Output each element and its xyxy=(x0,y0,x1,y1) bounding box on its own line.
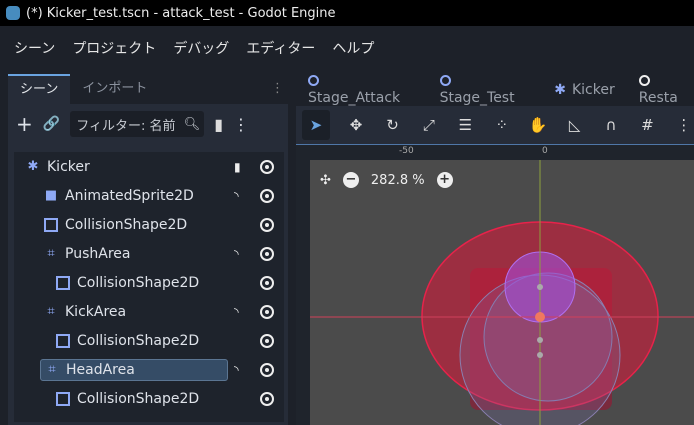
zoom-controls: ✣ − 282.8 % + xyxy=(320,172,453,188)
tree-item-label: CollisionShape2D xyxy=(77,333,200,349)
menu-debug[interactable]: デバッグ xyxy=(173,38,229,58)
add-node-button[interactable]: + xyxy=(16,112,33,136)
select-tool-icon[interactable]: ➤ xyxy=(302,110,330,140)
character-icon: ✱ xyxy=(27,159,39,174)
scene-tab[interactable]: ✱ Kicker xyxy=(554,82,614,98)
scene-tab[interactable]: Resta xyxy=(638,74,694,106)
scene-tree: ✱ Kicker ▮ ■ AnimatedSprite2D ◝ CollisionShape… xyxy=(14,152,284,422)
scene-tabs: Stage_Attack Stage_Test ✱ Kicker Resta xyxy=(296,74,694,106)
zoom-out-button[interactable]: − xyxy=(342,172,359,188)
ruler-label: 0 xyxy=(542,146,548,156)
visibility-icon[interactable] xyxy=(260,392,274,406)
character-icon: ✱ xyxy=(554,82,566,98)
ruler-label: -50 xyxy=(399,146,414,156)
visibility-icon[interactable] xyxy=(260,218,274,232)
dock-menu-icon[interactable]: ⋮ xyxy=(271,74,284,104)
tree-item-label: CollisionShape2D xyxy=(77,391,200,407)
visibility-icon[interactable] xyxy=(260,305,274,319)
tree-item-label: KickArea xyxy=(65,304,127,320)
signal-icon[interactable]: ◝ xyxy=(234,189,239,203)
center-view-icon[interactable]: ✣ xyxy=(320,173,331,188)
tree-item-label: PushArea xyxy=(65,246,131,262)
visibility-icon[interactable] xyxy=(260,276,274,290)
menu-bar: シーン プロジェクト デバッグ エディター ヘルプ xyxy=(0,26,694,70)
tree-item[interactable]: CollisionShape2D xyxy=(14,211,284,239)
tree-item-label: Kicker xyxy=(47,159,90,175)
pivot-tool-icon[interactable]: ⁘ xyxy=(492,116,512,134)
horizontal-ruler: -50 0 xyxy=(296,144,694,160)
title-bar: (*) Kicker_test.tscn - attack_test - God… xyxy=(0,0,694,26)
area-icon: ⌗ xyxy=(47,304,55,319)
search-icon: 🔍︎ xyxy=(183,116,201,132)
smart-snap-icon[interactable]: ∩ xyxy=(601,116,621,134)
script-icon[interactable]: ▮ xyxy=(234,160,241,174)
grid-snap-icon[interactable]: # xyxy=(637,116,657,134)
menu-project[interactable]: プロジェクト xyxy=(72,38,156,58)
move-tool-icon[interactable]: ✥ xyxy=(346,116,366,134)
filter-placeholder: フィルター: 名前 xyxy=(76,118,176,134)
vertical-ruler xyxy=(296,160,310,425)
scene-icon xyxy=(638,75,650,86)
tab-scene[interactable]: シーン xyxy=(8,74,71,104)
rotate-tool-icon[interactable]: ↻ xyxy=(382,116,402,134)
sprite-icon: ■ xyxy=(44,188,58,203)
tree-item-label: CollisionShape2D xyxy=(65,217,188,233)
tree-item[interactable]: CollisionShape2D xyxy=(14,385,284,413)
signal-icon[interactable]: ◝ xyxy=(234,247,239,261)
menu-help[interactable]: ヘルプ xyxy=(332,38,374,58)
tree-item[interactable]: ✱ Kicker ▮ xyxy=(14,153,284,181)
tree-item[interactable]: CollisionShape2D xyxy=(14,269,284,297)
tree-item-label: HeadArea xyxy=(66,362,135,378)
zoom-level[interactable]: 282.8 % xyxy=(371,173,425,188)
more-icon[interactable]: ⋮ xyxy=(674,116,694,134)
list-select-icon[interactable]: ☰ xyxy=(455,116,475,134)
menu-editor[interactable]: エディター xyxy=(246,38,315,58)
area-icon: ⌗ xyxy=(47,246,55,261)
visibility-icon[interactable] xyxy=(260,189,274,203)
more-icon[interactable]: ⋮ xyxy=(233,115,249,134)
tree-item-label: AnimatedSprite2D xyxy=(65,188,194,204)
tree-item[interactable]: CollisionShape2D xyxy=(14,327,284,355)
zoom-in-button[interactable]: + xyxy=(436,172,453,188)
tree-item[interactable]: ⌗ PushArea ◝ xyxy=(14,240,284,268)
tab-import[interactable]: インポート xyxy=(70,74,159,104)
scene-icon xyxy=(308,75,319,86)
canvas-scene xyxy=(310,160,694,425)
visibility-icon[interactable] xyxy=(260,334,274,348)
ruler-tool-icon[interactable]: ◺ xyxy=(564,116,584,134)
scene-dock: シーン インポート ⋮ + 🔗 フィルター: 名前 🔍︎ ▮ ⋮ ✱ Kicker… xyxy=(8,74,288,425)
tree-item[interactable]: ■ AnimatedSprite2D ◝ xyxy=(14,182,284,210)
link-icon[interactable]: 🔗 xyxy=(43,116,60,132)
attach-script-icon[interactable]: ▮ xyxy=(214,115,223,134)
tree-item[interactable]: ⌗ KickArea ◝ xyxy=(14,298,284,326)
menu-scene[interactable]: シーン xyxy=(14,38,55,58)
canvas-viewport[interactable] xyxy=(310,160,694,425)
pan-tool-icon[interactable]: ✋ xyxy=(528,116,548,134)
canvas-toolbar: ➤ ✥ ↻ ⤢ ☰ ⁘ ✋ ◺ ∩ # ⋮ xyxy=(296,106,694,144)
shape-icon xyxy=(56,392,70,406)
tree-item[interactable]: ⌗ HeadArea ◝ xyxy=(14,356,284,384)
node-origin-handle[interactable] xyxy=(535,312,545,322)
shape-icon xyxy=(56,334,70,348)
shape-icon xyxy=(44,218,58,232)
visibility-icon[interactable] xyxy=(260,160,274,174)
scene-icon xyxy=(439,75,451,86)
visibility-icon[interactable] xyxy=(260,363,274,377)
scale-tool-icon[interactable]: ⤢ xyxy=(419,116,439,134)
signal-icon[interactable]: ◝ xyxy=(234,363,239,377)
area-icon: ⌗ xyxy=(48,362,56,377)
visibility-icon[interactable] xyxy=(260,247,274,261)
scene-tab[interactable]: Stage_Attack xyxy=(308,74,416,106)
signal-icon[interactable]: ◝ xyxy=(234,305,239,319)
godot-logo-icon xyxy=(6,6,20,20)
filter-input[interactable]: フィルター: 名前 🔍︎ xyxy=(70,111,205,137)
scene-tab[interactable]: Stage_Test xyxy=(439,74,531,106)
shape-icon xyxy=(56,276,70,290)
tree-item-label: CollisionShape2D xyxy=(77,275,200,291)
window-title: (*) Kicker_test.tscn - attack_test - God… xyxy=(26,5,336,21)
